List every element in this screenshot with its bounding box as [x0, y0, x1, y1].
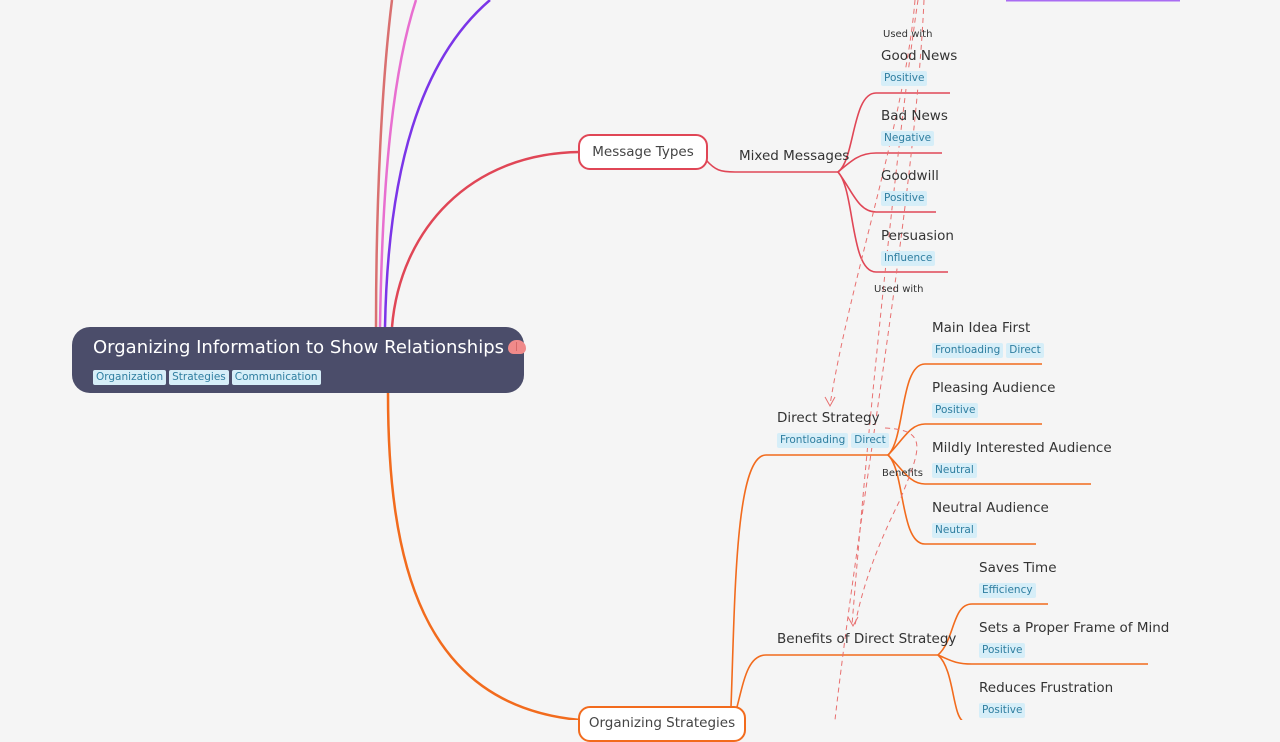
- edge-strategies-direct: [730, 454, 888, 708]
- tag: Positive: [881, 191, 928, 206]
- topic-sets-proper-frame-of-mind[interactable]: Sets a Proper Frame of Mind Positive: [979, 619, 1169, 658]
- tag: Negative: [881, 131, 935, 146]
- tag: Positive: [881, 71, 928, 86]
- relationship-label-used-with-top: Used with: [883, 29, 933, 40]
- relationship-line-benefits: [854, 427, 918, 626]
- topic-saves-time[interactable]: Saves Time Efficiency: [979, 559, 1057, 598]
- relationship-label-used-with-bottom: Used with: [874, 284, 924, 295]
- topic-pleasing-audience[interactable]: Pleasing Audience Positive: [932, 379, 1055, 418]
- relationship-label-benefits: Benefits: [882, 468, 923, 479]
- root-title: Organizing Information to Show Relations…: [93, 337, 526, 359]
- topic-reduces-frustration[interactable]: Reduces Frustration Positive: [979, 679, 1113, 718]
- tag: Influence: [881, 251, 936, 266]
- mindmap-canvas[interactable]: Organizing Information to Show Relations…: [0, 0, 1280, 742]
- tag: Communication: [231, 370, 321, 385]
- topic-organizing-strategies[interactable]: Organizing Strategies: [578, 706, 746, 742]
- relationship-arrow-1: [824, 396, 836, 408]
- topic-benefits-of-direct-strategy[interactable]: Benefits of Direct Strategy: [777, 630, 956, 648]
- topic-persuasion[interactable]: Persuasion Influence: [881, 227, 954, 266]
- tag: Strategies: [169, 370, 229, 385]
- tag: Positive: [979, 703, 1026, 718]
- topic-goodwill[interactable]: Goodwill Positive: [881, 167, 939, 206]
- branch-salmon: [374, 0, 394, 328]
- tag: Direct: [851, 433, 889, 448]
- topic-bad-news[interactable]: Bad News Negative: [881, 107, 948, 146]
- tag: Neutral: [932, 523, 977, 538]
- branch-message-types: [390, 150, 581, 328]
- tag: Frontloading: [932, 343, 1004, 358]
- topic-direct-strategy[interactable]: Direct Strategy Frontloading Direct: [777, 409, 892, 448]
- topic-main-idea-first[interactable]: Main Idea First Frontloading Direct: [932, 319, 1047, 358]
- edge-benefits-frustration: [937, 654, 964, 720]
- tag: Positive: [979, 643, 1026, 658]
- tag: Frontloading: [777, 433, 849, 448]
- topic-mixed-messages[interactable]: Mixed Messages: [739, 147, 849, 165]
- tag: Organization: [93, 370, 167, 385]
- tag: Efficiency: [979, 583, 1036, 598]
- topic-message-types[interactable]: Message Types: [578, 134, 708, 170]
- tag: Neutral: [932, 463, 977, 478]
- branch-pink: [378, 0, 418, 328]
- brain-icon: [508, 340, 526, 354]
- topic-mildly-interested-audience[interactable]: Mildly Interested Audience Neutral: [932, 439, 1112, 478]
- topic-good-news[interactable]: Good News Positive: [881, 47, 957, 86]
- tag: Direct: [1006, 343, 1044, 358]
- tag: Positive: [932, 403, 979, 418]
- root-tags: Organization Strategies Communication: [93, 365, 503, 385]
- root-topic[interactable]: Organizing Information to Show Relations…: [72, 327, 526, 393]
- topic-neutral-audience[interactable]: Neutral Audience Neutral: [932, 499, 1049, 538]
- branch-organizing-strategies: [386, 392, 581, 720]
